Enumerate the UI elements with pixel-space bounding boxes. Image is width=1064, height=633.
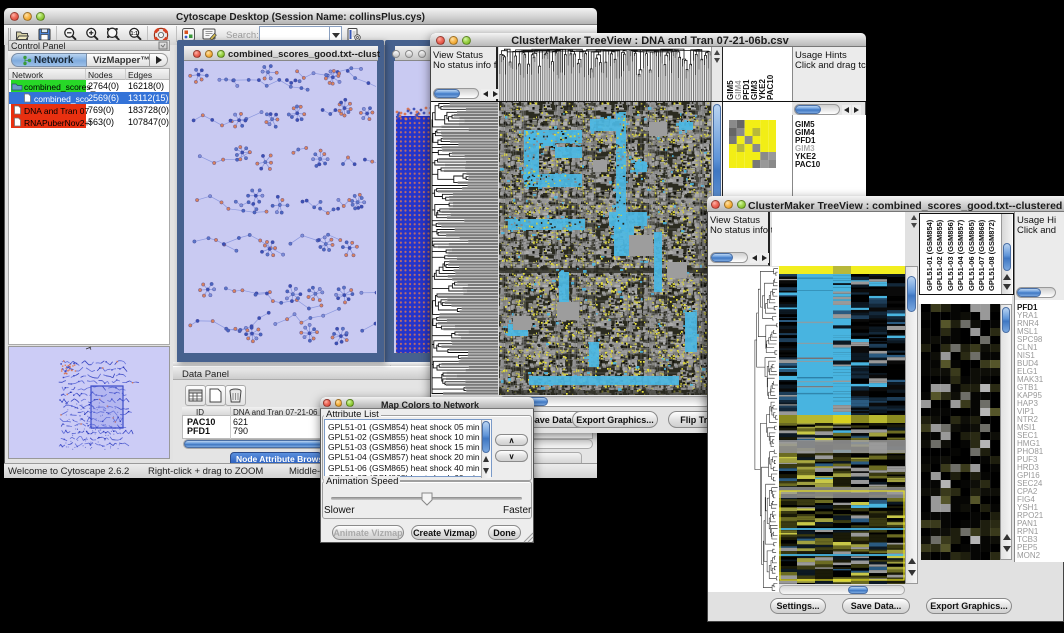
svg-text:1:1: 1:1 — [131, 31, 138, 37]
